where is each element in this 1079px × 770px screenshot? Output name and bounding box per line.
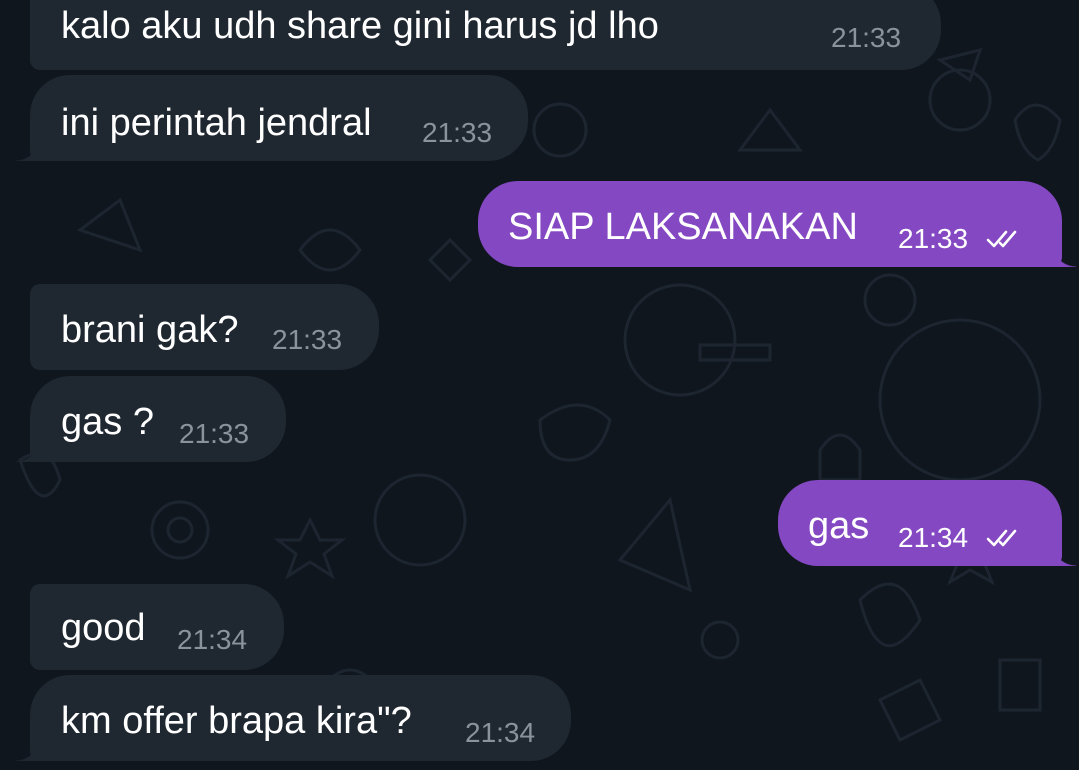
message-text: gas ? <box>61 401 154 443</box>
message-text: km offer brapa kira"? <box>61 700 412 742</box>
message-text: kalo aku udh share gini harus jd lho <box>61 5 659 47</box>
message-time: 21:34 <box>465 717 536 748</box>
incoming-message[interactable]: gas ? 21:33 <box>16 376 286 462</box>
message-time: 21:34 <box>177 624 248 655</box>
message-text: brani gak? <box>61 309 239 351</box>
message-text: gas <box>808 505 870 547</box>
message-text: good <box>61 607 146 649</box>
message-time: 21:33 <box>422 117 493 148</box>
incoming-message[interactable]: km offer brapa kira"? 21:34 <box>16 675 571 761</box>
incoming-message[interactable]: good 21:34 <box>30 584 284 670</box>
message-time: 21:33 <box>831 22 902 53</box>
message-time: 21:34 <box>898 522 969 553</box>
message-list[interactable]: kalo aku udh share gini harus jd lho 21:… <box>0 0 1079 770</box>
incoming-message[interactable]: brani gak? 21:33 <box>30 284 379 370</box>
double-check-icon <box>986 230 1017 248</box>
incoming-message[interactable]: ini perintah jendral 21:33 <box>16 75 528 161</box>
message-time: 21:33 <box>898 223 969 254</box>
message-time: 21:33 <box>272 324 343 355</box>
message-text: SIAP LAKSANAKAN <box>508 206 858 248</box>
message-text: ini perintah jendral <box>61 102 372 144</box>
outgoing-message[interactable]: SIAP LAKSANAKAN 21:33 <box>478 181 1076 267</box>
incoming-message[interactable]: kalo aku udh share gini harus jd lho 21:… <box>30 0 941 70</box>
message-time: 21:33 <box>179 418 250 449</box>
double-check-icon <box>986 529 1017 547</box>
outgoing-message[interactable]: gas 21:34 <box>778 480 1076 566</box>
